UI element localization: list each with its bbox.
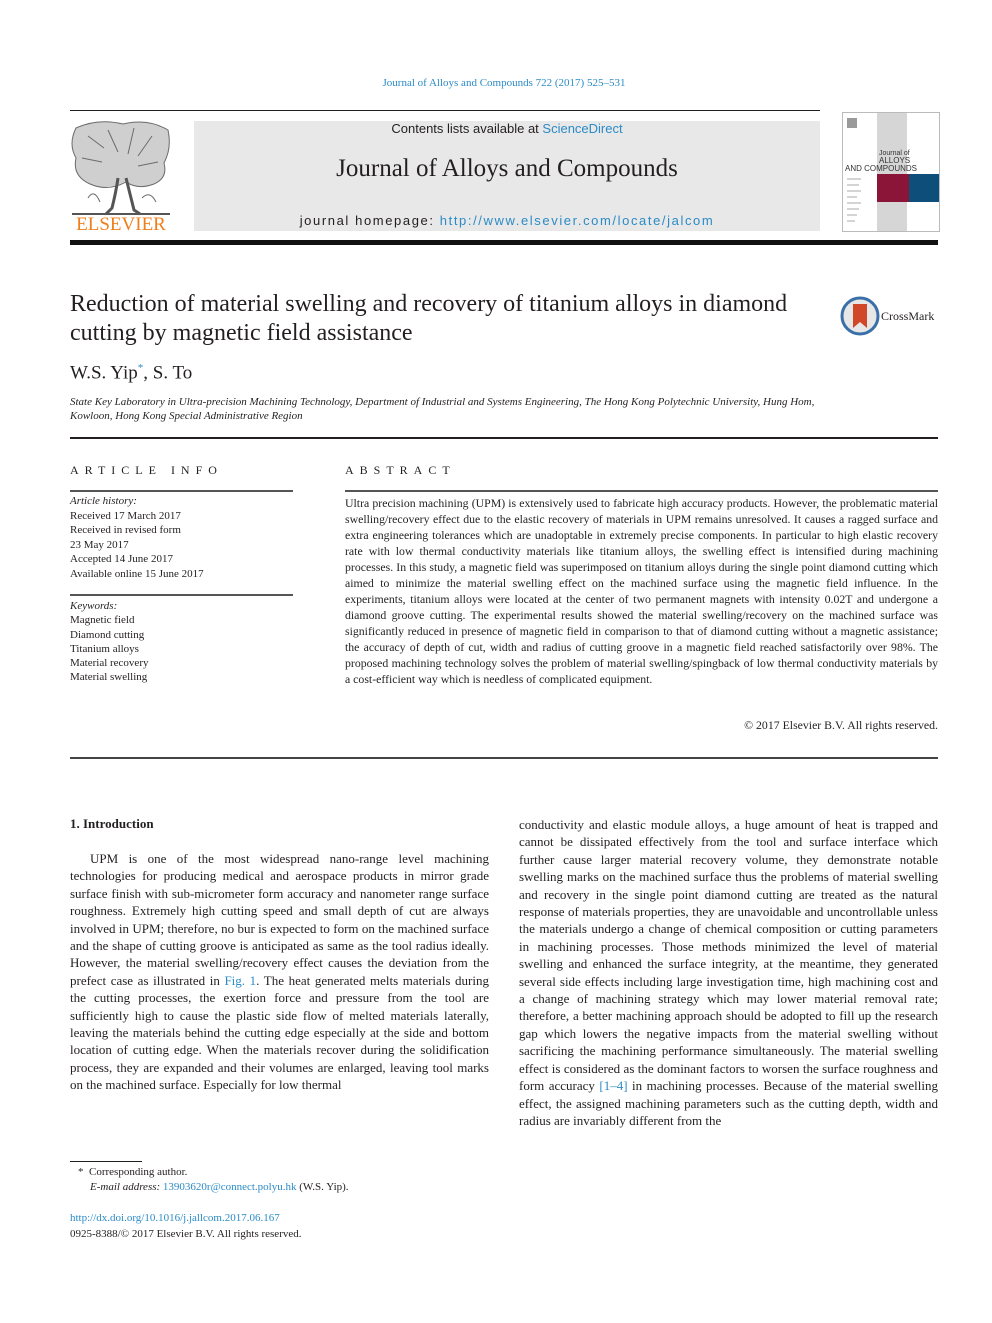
abstract-text: Ultra precision machining (UPM) is exten… bbox=[345, 496, 938, 686]
journal-homepage-line: journal homepage: http://www.elsevier.co… bbox=[194, 213, 820, 228]
footnote-marker: * bbox=[78, 1166, 84, 1178]
body-text: . The heat generated melts materials dur… bbox=[70, 972, 490, 1093]
email-link[interactable]: 13903620r@connect.polyu.hk bbox=[163, 1181, 297, 1193]
top-divider bbox=[70, 110, 820, 111]
journal-name: Journal of Alloys and Compounds bbox=[336, 155, 678, 182]
abstract-heading: ABSTRACT bbox=[345, 463, 456, 477]
crossmark-icon bbox=[840, 296, 880, 336]
email-suffix: (W.S. Yip). bbox=[296, 1181, 349, 1193]
keyword-item: Titanium alloys bbox=[70, 642, 139, 655]
journal-cover-icon: Journal of ALLOYS AND COMPOUNDS bbox=[845, 113, 939, 231]
abstract-divider bbox=[345, 490, 938, 492]
doi-link[interactable]: http://dx.doi.org/10.1016/j.jallcom.2017… bbox=[70, 1210, 302, 1226]
cover-line3: AND COMPOUNDS bbox=[845, 164, 917, 173]
sciencedirect-link[interactable]: ScienceDirect bbox=[542, 121, 622, 136]
article-title: Reduction of material swelling and recov… bbox=[70, 291, 788, 346]
footnote: * Corresponding author. E-mail address: … bbox=[78, 1165, 349, 1195]
elsevier-logo[interactable]: ELSEVIER bbox=[68, 118, 174, 235]
email-label: E-mail address: bbox=[90, 1181, 163, 1193]
citation-link[interactable]: [1–4] bbox=[599, 1078, 627, 1093]
body-column-left: UPM is one of the most widespread nano-r… bbox=[70, 850, 489, 1094]
body-text: UPM is one of the most widespread nano-r… bbox=[70, 851, 489, 988]
author-list: W.S. Yip*, S. To bbox=[70, 362, 192, 384]
header-thick-divider bbox=[70, 240, 938, 245]
journal-cover-thumbnail[interactable]: Journal of ALLOYS AND COMPOUNDS bbox=[842, 112, 940, 232]
article-info-divider bbox=[70, 490, 293, 492]
history-item: 23 May 2017 bbox=[70, 538, 129, 551]
author-separator: , bbox=[143, 362, 153, 384]
keyword-item: Material recovery bbox=[70, 657, 149, 670]
author-name[interactable]: S. To bbox=[153, 362, 193, 383]
history-item: Received 17 March 2017 bbox=[70, 509, 181, 522]
journal-homepage-link[interactable]: http://www.elsevier.com/locate/jalcom bbox=[440, 213, 715, 228]
abstract-bottom-divider bbox=[70, 757, 938, 759]
keywords-list: Keywords: Magnetic field Diamond cutting… bbox=[70, 599, 293, 685]
elsevier-tree-icon: ELSEVIER bbox=[71, 121, 170, 235]
journal-reference-link[interactable]: Journal of Alloys and Compounds 722 (201… bbox=[0, 77, 992, 89]
elsevier-wordmark: ELSEVIER bbox=[76, 214, 166, 234]
history-item: Available online 15 June 2017 bbox=[70, 567, 204, 580]
body-text: conductivity and elastic module alloys, … bbox=[519, 817, 938, 1094]
article-info-heading: ARTICLE INFO bbox=[70, 463, 223, 477]
keyword-item: Diamond cutting bbox=[70, 628, 145, 641]
author-affiliation: State Key Laboratory in Ultra-precision … bbox=[70, 396, 815, 422]
figure-reference-link[interactable]: Fig. 1 bbox=[224, 973, 256, 988]
keywords-label: Keywords: bbox=[70, 600, 118, 612]
doi-block: http://dx.doi.org/10.1016/j.jallcom.2017… bbox=[70, 1210, 302, 1242]
footnote-divider bbox=[70, 1161, 142, 1162]
affiliation-divider bbox=[70, 437, 938, 439]
article-history: Article history: Received 17 March 2017 … bbox=[70, 494, 293, 581]
homepage-prefix: journal homepage: bbox=[299, 213, 440, 228]
contents-availability-line: Contents lists available at ScienceDirec… bbox=[194, 121, 820, 136]
history-item: Received in revised form bbox=[70, 524, 181, 536]
history-label: Article history: bbox=[70, 495, 137, 507]
history-item: Accepted 14 June 2017 bbox=[70, 553, 173, 565]
corresponding-author-note: Corresponding author. bbox=[89, 1166, 188, 1178]
keyword-item: Magnetic field bbox=[70, 614, 135, 627]
abstract-copyright: © 2017 Elsevier B.V. All rights reserved… bbox=[744, 718, 938, 732]
introduction-heading: 1. Introduction bbox=[70, 816, 154, 831]
issn-copyright: 0925-8388/© 2017 Elsevier B.V. All right… bbox=[70, 1228, 302, 1240]
body-column-right: conductivity and elastic module alloys, … bbox=[519, 816, 938, 1129]
contents-prefix: Contents lists available at bbox=[391, 121, 543, 136]
keyword-item: Material swelling bbox=[70, 671, 148, 684]
keywords-divider bbox=[70, 594, 293, 596]
author-name[interactable]: W.S. Yip bbox=[70, 362, 138, 383]
crossmark-label[interactable]: CrossMark bbox=[881, 309, 934, 324]
